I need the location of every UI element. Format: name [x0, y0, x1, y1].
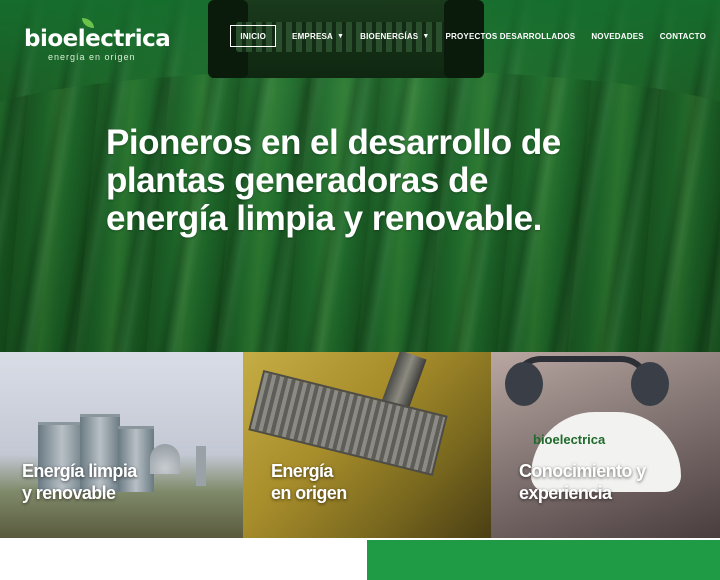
chimney-image — [196, 446, 206, 486]
caret-down-icon: ▼ — [337, 32, 345, 40]
nav-item-proyectos[interactable]: PROYECTOS DESARROLLADOS — [446, 25, 576, 47]
tile-label: Energía en origen — [271, 460, 347, 504]
tile-conocimiento[interactable]: bioelectrica Conocimiento y experiencia — [491, 352, 720, 538]
feature-tiles: Energía limpia y renovable Energía en or… — [0, 352, 720, 538]
hero-headline: Pioneros en el desarrollo de plantas gen… — [106, 124, 666, 238]
site-logo[interactable]: bioelectrica energía en origen — [24, 18, 171, 64]
logo-tagline: energía en origen — [48, 52, 136, 62]
nav-item-inicio[interactable]: INICIO — [230, 25, 277, 47]
hero-headline-line: plantas generadoras de — [106, 161, 488, 200]
main-nav: INICIO EMPRESA ▼ BIOENERGÍAS ▼ PROYECTOS… — [214, 24, 706, 48]
logo-wordmark: bioelectrica — [24, 26, 171, 52]
helmet-logo-text: bioelectrica — [533, 432, 606, 447]
nav-item-label: EMPRESA — [292, 31, 333, 41]
nav-item-label: NOVEDADES — [591, 31, 644, 41]
earmuff-image — [631, 362, 669, 406]
hero-headline-line: energía limpia y renovable. — [106, 199, 542, 238]
nav-item-label: BIOENERGÍAS — [360, 31, 419, 41]
bottom-green-panel — [367, 540, 720, 580]
tile-label-line: Energía limpia — [22, 461, 137, 481]
nav-item-bioenergias[interactable]: BIOENERGÍAS ▼ — [360, 25, 429, 47]
dome-image — [150, 444, 180, 474]
nav-item-novedades[interactable]: NOVEDADES — [591, 25, 643, 47]
tile-energia-limpia[interactable]: Energía limpia y renovable — [0, 352, 243, 538]
tile-label: Conocimiento y experiencia — [519, 460, 646, 504]
hero-headline-line: Pioneros en el desarrollo de — [106, 123, 561, 162]
tile-label: Energía limpia y renovable — [22, 460, 137, 504]
caret-down-icon: ▼ — [422, 32, 430, 40]
tile-label-line: y renovable — [22, 483, 116, 503]
nav-item-empresa[interactable]: EMPRESA ▼ — [292, 25, 344, 47]
tile-label-line: en origen — [271, 483, 347, 503]
hero-banner: bioelectrica energía en origen INICIO EM… — [0, 0, 720, 352]
tile-label-line: Conocimiento y — [519, 461, 646, 481]
nav-item-contacto[interactable]: CONTACTO — [660, 25, 706, 47]
tile-label-line: experiencia — [519, 483, 612, 503]
earmuff-image — [505, 362, 543, 406]
tile-label-line: Energía — [271, 461, 333, 481]
nav-item-label: INICIO — [240, 31, 267, 41]
nav-item-label: PROYECTOS DESARROLLADOS — [445, 31, 576, 41]
nav-item-label: CONTACTO — [659, 31, 706, 41]
tile-energia-origen[interactable]: Energía en origen — [243, 352, 491, 538]
bottom-white-panel — [0, 538, 367, 580]
